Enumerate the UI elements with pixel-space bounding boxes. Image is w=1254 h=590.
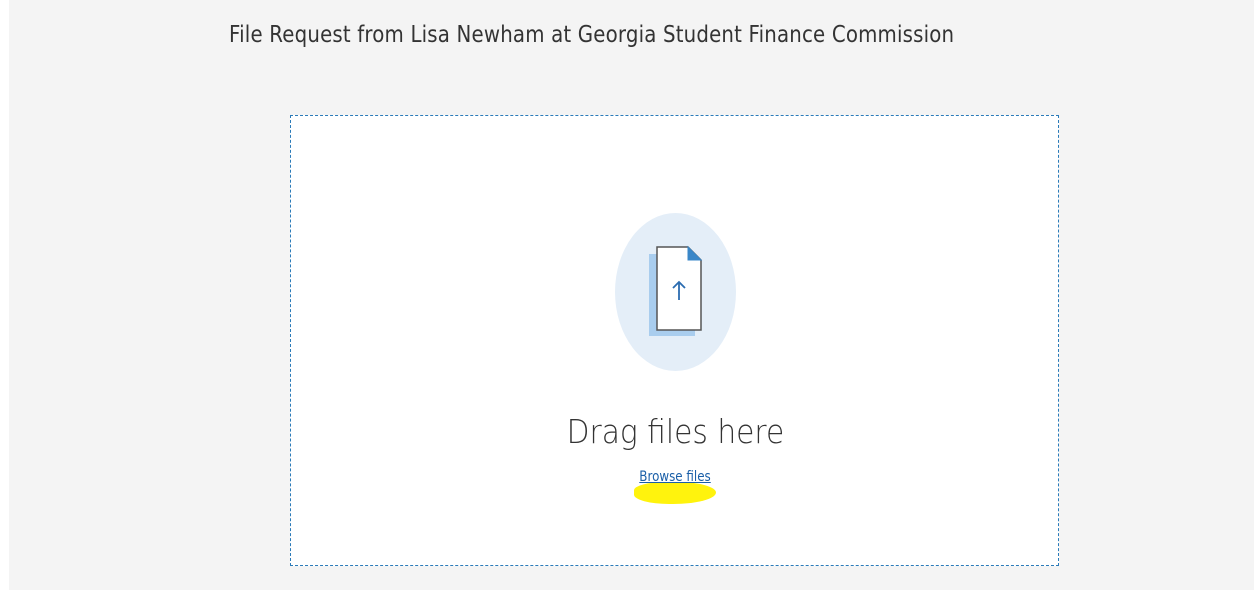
file-corner-shape	[687, 245, 703, 261]
browse-link-wrapper: Browse files	[291, 468, 1060, 486]
page-background: File Request from Lisa Newham at Georgia…	[9, 0, 1254, 590]
browse-files-link[interactable]: Browse files	[640, 469, 711, 485]
page-title: File Request from Lisa Newham at Georgia…	[229, 22, 955, 48]
file-upload-icon	[649, 245, 703, 336]
file-dropzone[interactable]: Drag files here Browse files	[290, 115, 1059, 566]
drag-files-prompt: Drag files here	[566, 412, 785, 451]
